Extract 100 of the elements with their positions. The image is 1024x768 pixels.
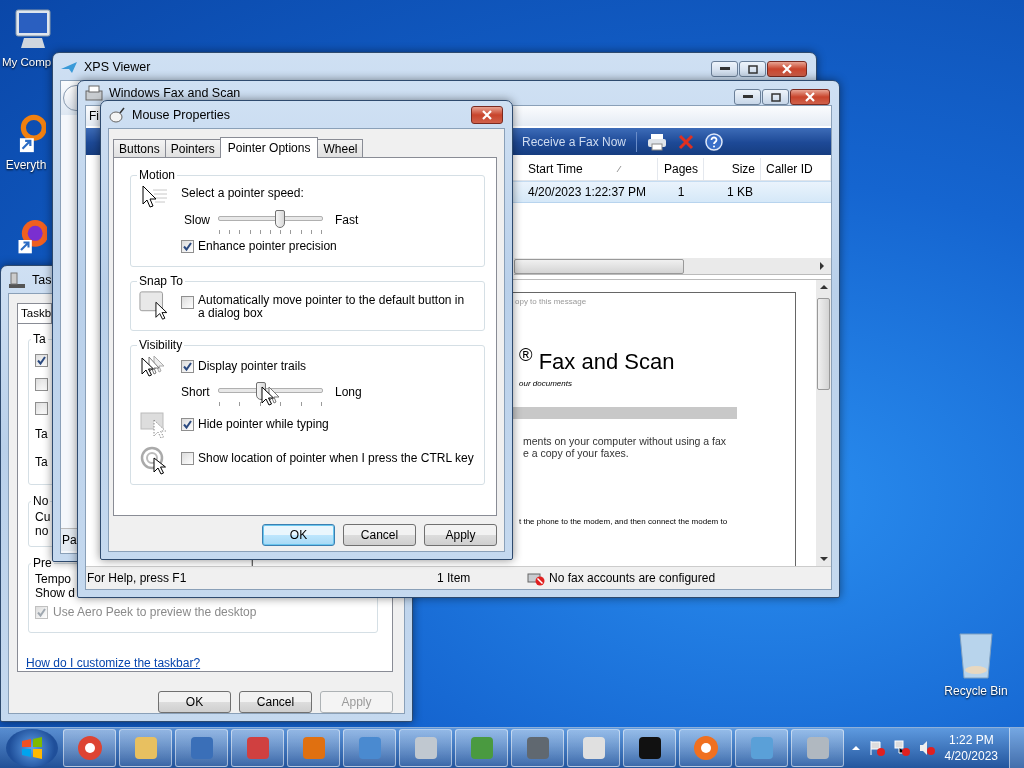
tab[interactable]: Pointer Options [219,137,319,158]
group-label: Pre [32,556,53,570]
group-label: No [32,494,50,508]
checkbox[interactable] [35,353,48,367]
show-hidden-icons-icon[interactable] [850,744,861,752]
slider-min-label: Slow [183,213,211,227]
checkbox[interactable] [181,239,194,253]
option-label: no [35,524,49,538]
document-text: opy to this message [515,297,587,306]
minimize-button[interactable] [734,89,761,105]
menu-item[interactable]: Fi [86,109,100,123]
windows-logo-icon [19,735,45,761]
taskbar-button[interactable] [623,729,676,767]
option-label: Ta [35,427,48,441]
minimize-button[interactable] [711,61,738,77]
icon-label[interactable]: Everyth [5,158,47,172]
checkbox-label: Enhance pointer precision [198,239,337,253]
slider-thumb[interactable] [274,210,285,228]
scrollbar[interactable] [816,280,831,566]
taskbar-icon [8,270,26,289]
toolbar-button[interactable]: Receive a Fax Now [522,134,627,149]
window-title: Tas [32,272,52,287]
option-label: Ta [35,455,48,469]
close-icon [481,109,493,120]
maximize-icon [747,64,758,74]
taskbar-button[interactable] [63,729,116,767]
status-text: No fax accounts are configured [549,571,716,585]
checkbox[interactable] [181,417,194,431]
icon-label[interactable]: My Comp [0,56,52,68]
pointer-speed-slider[interactable] [218,210,323,236]
slider-max-label: Fast [334,213,359,227]
slider-max-label: Long [334,385,362,399]
close-button[interactable] [767,61,807,77]
scrollbar[interactable] [514,258,831,275]
column-header[interactable]: Pages [658,158,704,180]
checkbox[interactable] [181,359,194,373]
start-button[interactable] [6,729,58,767]
option-label: Show d [35,586,76,600]
scroll-up-icon[interactable] [819,284,828,290]
document-text: t the phone to the modem, and then connect the modem to [519,517,728,527]
slider-prompt: Select a pointer speed: [181,185,305,202]
scroll-down-icon[interactable] [819,556,828,562]
icon-label[interactable]: Recycle Bin [944,684,1008,698]
checkbox-label: Use Aero Peek to preview the desktop [53,605,257,619]
close-button[interactable] [471,105,503,124]
scroll-right-icon[interactable] [819,262,825,270]
clock-time[interactable]: 1:22 PM [948,732,994,748]
taskbar-button[interactable] [679,729,732,767]
help-icon[interactable] [705,132,724,151]
volume-icon[interactable] [917,739,936,757]
checkbox[interactable] [181,296,194,309]
document-text: e a copy of your faxes. [523,447,629,460]
flag-icon[interactable] [867,739,886,757]
checkbox[interactable] [35,377,48,391]
status-text: 1 Item [437,571,472,585]
clock-date[interactable]: 4/20/2023 [944,748,998,764]
network-icon[interactable] [892,739,911,757]
column-header[interactable]: Size [704,158,761,180]
window-title: Mouse Properties [132,107,230,122]
printer-icon[interactable] [647,132,668,151]
tab[interactable]: Taskb [17,303,52,323]
option-label: Cu [35,510,51,524]
checkbox-label: Show location of pointer when I press the CTRL key [198,451,474,465]
tab[interactable]: Wheel [317,139,364,157]
show-desktop-button[interactable] [1009,728,1024,768]
checkmark-icon [36,606,47,618]
checkbox[interactable] [35,401,48,415]
document-text: ments on your computer without using a fax [523,435,727,448]
checkbox-label: Automatically move pointer to the default button in a dialog box [198,294,466,320]
group-label: Ta [32,332,47,346]
tab[interactable]: Buttons [113,139,166,157]
dialog-button[interactable]: Cancel [343,524,416,546]
checkbox-label: Hide pointer while typing [198,417,329,431]
minimize-icon [719,67,730,71]
tab[interactable]: Pointers [164,139,221,157]
list-row[interactable]: 4/20/2023 1:22:37 PM 1 1 KB [513,181,831,203]
dialog-button[interactable]: Apply [424,524,497,546]
trash-icon[interactable] [956,630,996,680]
group-label: Motion [138,168,177,182]
group-label: Visibility [138,338,184,352]
document-heading: $^{®}$ Fax and Scan [519,344,675,376]
table-cell-text: 1 [676,185,686,199]
checkbox[interactable] [181,451,194,465]
help-link[interactable]: How do I customize the taskbar? [26,656,201,670]
plane-icon [60,59,78,74]
group-label: Snap To [138,274,184,288]
table-cell-text: 1 KB [726,185,754,199]
checkbox-label: Display pointer trails [198,359,307,373]
window-title: XPS Viewer [84,59,151,74]
dialog-button[interactable]: Cancel [239,691,312,713]
window-title: Windows Fax and Scan [109,86,241,100]
maximize-button[interactable] [762,89,789,105]
pointer-trails-slider[interactable] [218,382,323,408]
maximize-icon [770,92,781,102]
close-button[interactable] [790,89,830,105]
dialog-button[interactable]: OK [158,691,231,713]
column-header[interactable]: Caller ID [761,158,831,180]
pane-label: Pa [62,533,77,547]
maximize-button[interactable] [739,61,766,77]
dialog-button[interactable]: OK [262,524,335,546]
